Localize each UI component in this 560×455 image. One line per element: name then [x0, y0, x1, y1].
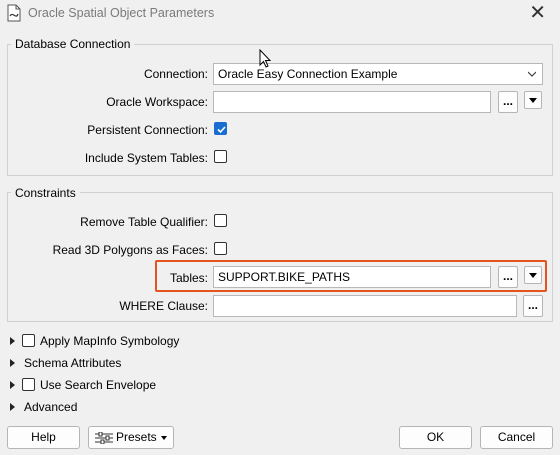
- dropdown-arrow-icon: [161, 436, 167, 440]
- cancel-button[interactable]: Cancel: [480, 426, 553, 449]
- search-envelope-checkbox[interactable]: [22, 378, 35, 391]
- tables-input[interactable]: SUPPORT.BIKE_PATHS: [213, 266, 491, 288]
- expand-arrow-icon: [10, 359, 15, 367]
- help-button[interactable]: Help: [7, 426, 80, 449]
- window-title: Oracle Spatial Object Parameters: [28, 6, 215, 20]
- include-system-tables-label: Include System Tables:: [84, 151, 208, 165]
- connection-value: Oracle Easy Connection Example: [218, 67, 398, 81]
- persistent-connection-checkbox[interactable]: [214, 122, 227, 135]
- sliders-icon: [95, 432, 113, 444]
- dropdown-arrow-icon: [529, 98, 537, 103]
- read-3d-polygons-checkbox[interactable]: [214, 242, 227, 255]
- tables-menu-button[interactable]: [524, 266, 542, 284]
- schema-attributes-section[interactable]: Schema Attributes: [8, 355, 208, 373]
- fme-app-icon: [6, 4, 22, 22]
- expand-arrow-icon: [10, 403, 15, 411]
- where-clause-browse-button[interactable]: ...: [523, 295, 543, 317]
- search-envelope-label: Use Search Envelope: [40, 378, 157, 392]
- expand-arrow-icon: [10, 337, 15, 345]
- presets-button[interactable]: Presets: [88, 426, 174, 449]
- where-clause-label: WHERE Clause:: [119, 299, 208, 313]
- ok-button[interactable]: OK: [399, 426, 472, 449]
- advanced-section[interactable]: Advanced: [8, 399, 208, 417]
- mouse-cursor-icon: [259, 49, 272, 68]
- database-connection-title: Database Connection: [11, 37, 135, 51]
- remove-table-qualifier-label: Remove Table Qualifier:: [80, 215, 208, 229]
- schema-attributes-label: Schema Attributes: [24, 356, 122, 370]
- apply-mapinfo-checkbox[interactable]: [22, 334, 35, 347]
- remove-table-qualifier-checkbox[interactable]: [214, 214, 227, 227]
- read-3d-polygons-label: Read 3D Polygons as Faces:: [52, 243, 208, 257]
- connection-label: Connection:: [143, 67, 208, 81]
- tables-label: Tables:: [169, 271, 208, 285]
- where-clause-input[interactable]: [213, 295, 517, 317]
- title-bar: Oracle Spatial Object Parameters ✕: [0, 0, 560, 28]
- workspace-browse-button[interactable]: ...: [498, 91, 518, 113]
- dropdown-arrow-icon: [529, 273, 537, 278]
- apply-mapinfo-label: Apply MapInfo Symbology: [40, 334, 180, 348]
- workspace-input[interactable]: [213, 91, 491, 113]
- advanced-label: Advanced: [24, 400, 78, 414]
- workspace-menu-button[interactable]: [524, 91, 542, 109]
- workspace-label: Oracle Workspace:: [106, 95, 208, 109]
- search-envelope-section[interactable]: Use Search Envelope: [8, 377, 208, 395]
- close-icon[interactable]: ✕: [529, 2, 546, 24]
- include-system-tables-checkbox[interactable]: [214, 150, 227, 163]
- expand-arrow-icon: [10, 381, 15, 389]
- apply-mapinfo-section[interactable]: Apply MapInfo Symbology: [8, 333, 208, 351]
- chevron-down-icon: [528, 71, 536, 77]
- checkmark-icon: [217, 126, 226, 134]
- tables-browse-button[interactable]: ...: [498, 266, 518, 288]
- presets-label: Presets: [116, 430, 157, 444]
- constraints-title: Constraints: [11, 186, 80, 200]
- persistent-connection-label: Persistent Connection:: [87, 123, 208, 137]
